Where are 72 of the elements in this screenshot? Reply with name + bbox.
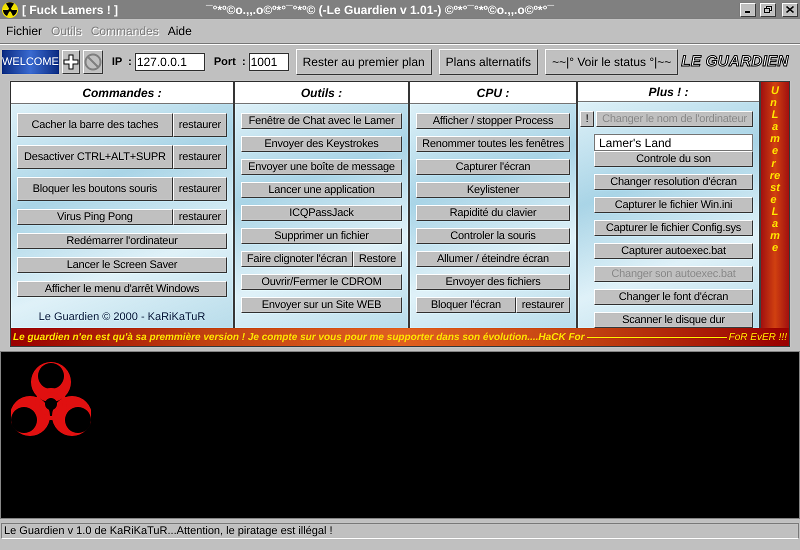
ip-label: IP : [112,54,132,70]
copyright-text: Le Guardien © 2000 - KaRiKaTuR [38,310,206,325]
command-button[interactable]: Renommer toutes les fenêtres [416,136,570,152]
toolbar-button[interactable]: Plans alternatifs [438,49,538,75]
command-button[interactable]: Fenêtre de Chat avec le Lamer [241,113,402,129]
command-button[interactable]: Capturer le fichier Config.sys [594,220,753,236]
toolbar-button[interactable]: ~~|° Voir le status °|~~ [545,49,678,75]
command-button[interactable]: Supprimer un fichier [241,228,402,244]
command-button[interactable]: Allumer / éteindre écran [416,251,570,267]
command-button[interactable]: Ouvrir/Fermer le CDROM [241,274,402,290]
command-button[interactable]: Envoyer sur un Site WEB [241,297,402,313]
text-field[interactable]: Lamer's Land [594,134,753,151]
command-button[interactable]: Envoyer des fichiers [416,274,570,290]
ticker-text: Le guardien n'en est qu'à sa premmière version ! Je compte sur vous pour me supporter dans son évolution....HaCK For [13,330,585,344]
command-button[interactable]: restaurer [172,209,227,225]
panel-title: Commandes : [82,84,162,102]
command-button[interactable]: Capturer l'écran [416,159,570,175]
biohazard-icon [11,360,91,438]
ip-field[interactable]: 127.0.0.1 [134,53,205,71]
panel-title: CPU : [476,84,510,102]
command-button[interactable]: restaurer [172,145,227,169]
minimize-button[interactable] [740,2,756,16]
command-button[interactable]: Scanner le disque dur [594,312,753,328]
close-button[interactable] [782,2,798,16]
command-button[interactable]: Rapidité du clavier [416,205,570,221]
panel-title: Plus ! : [648,84,688,100]
command-button[interactable]: Cacher la barre des taches [17,113,173,137]
app-logo: LE GUARDIEN [681,52,789,72]
command-button[interactable]: Keylistener [416,182,570,198]
window-title: [ Fuck Lamers ! ] [22,2,120,18]
command-button[interactable]: Capturer le fichier Win.ini [594,197,753,213]
command-button[interactable]: Changer le font d'écran [594,289,753,305]
add-button[interactable] [62,50,80,74]
command-button[interactable]: ICQPassJack [241,205,402,221]
command-button[interactable]: Virus Ping Pong [17,209,173,225]
command-button[interactable]: Capturer autoexec.bat [594,243,753,259]
toolbar-button[interactable]: Rester au premier plan [296,49,432,75]
side-text: Un Lamer reste Lame [770,85,780,256]
radiation-icon [2,2,18,18]
command-button[interactable]: Faire clignoter l'écran [241,251,353,267]
command-button[interactable]: restaurer [172,177,227,201]
command-button[interactable]: Changer resolution d'écran [594,174,753,190]
prohibited-icon [84,53,102,71]
command-button[interactable]: restaurer [172,113,227,137]
block-button[interactable] [82,50,103,74]
command-button[interactable]: Controle du son [594,151,753,167]
ticker-end-text: FoR EvER !!! [728,330,787,344]
command-button[interactable]: Restore [352,251,402,267]
menu-item[interactable]: Fichier [6,22,42,40]
port-field[interactable]: 1001 [248,53,289,71]
menu-item[interactable]: Aide [168,22,192,40]
plus-icon [62,54,79,70]
command-button[interactable]: Envoyer une boîte de message [241,159,402,175]
restore-button[interactable] [760,2,776,16]
command-button[interactable]: Afficher / stopper Process [416,113,570,129]
status-text: Le Guardien v 1.0 de KaRiKaTuR...Attention, le piratage est illégal ! [4,524,333,539]
close-icon [786,6,794,13]
command-button[interactable]: Envoyer des Keystrokes [241,136,402,152]
panel-title: Outils : [300,84,342,102]
command-button[interactable]: Redémarrer l'ordinateur [17,233,227,249]
welcome-text: WELCOME [2,54,59,70]
command-button[interactable]: Desactiver CTRL+ALT+SUPR [17,145,173,169]
command-button[interactable]: Lancer une application [241,182,402,198]
command-button[interactable]: Bloquer l'écran [416,297,516,313]
command-button[interactable]: Afficher le menu d'arrêt Windows [17,281,227,297]
restore-icon [764,6,772,13]
command-button[interactable]: Controler la souris [416,228,570,244]
port-label: Port : [214,54,246,70]
command-button[interactable]: Bloquer les boutons souris [17,177,173,201]
window-subtitle: ¯°*º©o.,,.o©º*°¯°*º© (-Le Guardien v 1.01-) ©º*°¯°*º©o.,,.o©º*°¯ [206,2,556,18]
command-button[interactable]: restaurer [516,297,570,313]
command-button[interactable]: Lancer le Screen Saver [17,257,227,273]
